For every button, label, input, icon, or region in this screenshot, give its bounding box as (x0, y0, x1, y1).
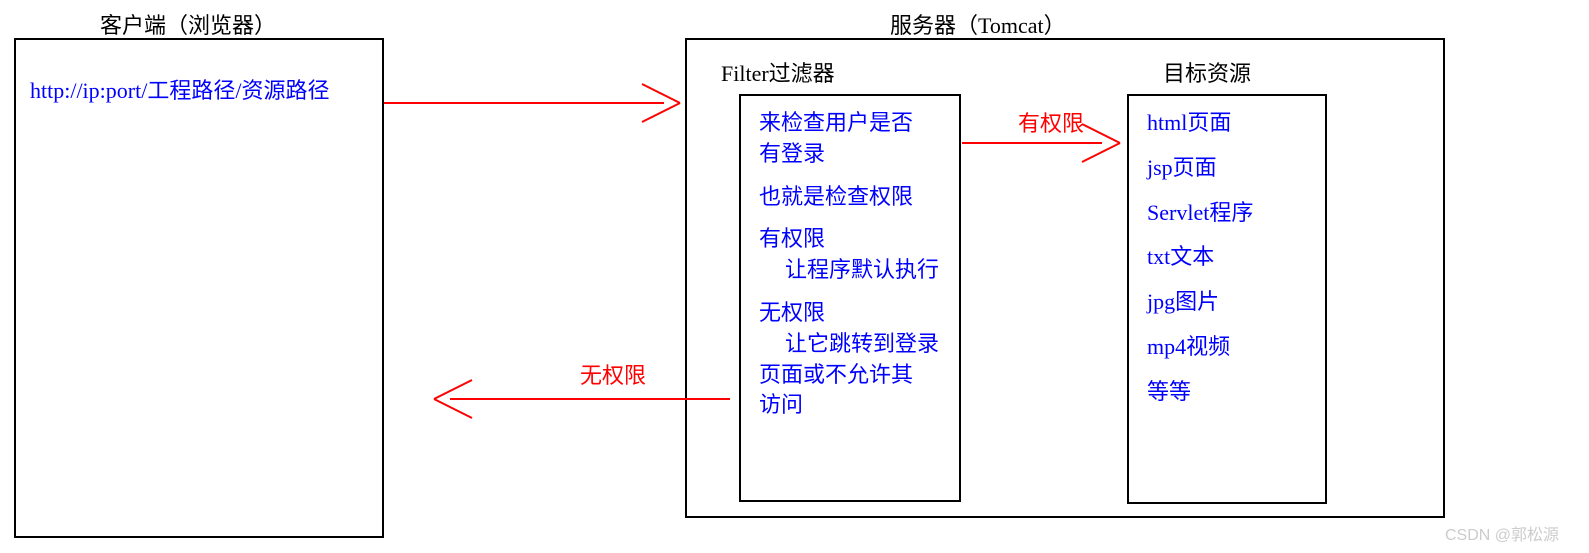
client-title: 客户端（浏览器） (100, 8, 276, 40)
filter-title: Filter过滤器 (721, 56, 835, 88)
filter-line9: 访问 (759, 392, 803, 417)
no-permission-label: 无权限 (580, 358, 646, 390)
filter-line7: 让它跳转到登录 (759, 331, 939, 356)
server-title: 服务器（Tomcat） (890, 8, 1066, 40)
client-url: http://ip:port/工程路径/资源路径 (16, 40, 382, 107)
watermark: CSDN @郭松源 (1445, 521, 1559, 545)
resource-item-7: 等等 (1147, 377, 1307, 408)
resource-item-6: mp4视频 (1147, 332, 1307, 363)
resource-item-3: Servlet程序 (1147, 198, 1307, 229)
client-box: http://ip:port/工程路径/资源路径 (14, 38, 384, 538)
request-arrow-icon (384, 78, 684, 128)
resource-item-2: jsp页面 (1147, 153, 1307, 184)
filter-content: 来检查用户是否有登录 也就是检查权限 有权限让程序默认执行 无权限让它跳转到登录… (759, 108, 941, 421)
resource-item-1: html页面 (1147, 108, 1307, 139)
filter-line5: 让程序默认执行 (759, 257, 939, 282)
resource-title: 目标资源 (1163, 56, 1251, 88)
filter-line6: 无权限 (759, 300, 825, 325)
filter-line3: 也就是检查权限 (759, 182, 941, 213)
resource-item-4: txt文本 (1147, 242, 1307, 273)
has-permission-label: 有权限 (1018, 106, 1084, 138)
filter-line8: 页面或不允许其 (759, 362, 913, 387)
filter-box: 来检查用户是否有登录 也就是检查权限 有权限让程序默认执行 无权限让它跳转到登录… (739, 94, 961, 502)
resource-item-5: jpg图片 (1147, 287, 1307, 318)
filter-line4: 有权限 (759, 226, 825, 251)
resource-box: html页面 jsp页面 Servlet程序 txt文本 jpg图片 mp4视频… (1127, 94, 1327, 504)
resource-content: html页面 jsp页面 Servlet程序 txt文本 jpg图片 mp4视频… (1147, 108, 1307, 408)
filter-line1: 来检查用户是否 (759, 110, 913, 135)
filter-line2: 有登录 (759, 141, 825, 166)
